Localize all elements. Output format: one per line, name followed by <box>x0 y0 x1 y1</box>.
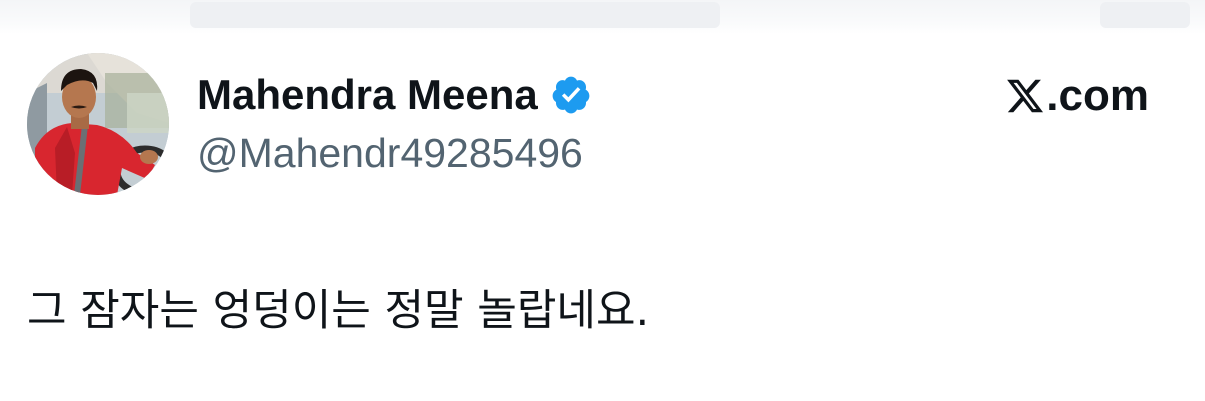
avatar-photo <box>27 53 169 195</box>
x-com-brand: .com <box>1005 70 1149 122</box>
avatar[interactable] <box>27 53 169 195</box>
author-handle[interactable]: @Mahendr49285496 <box>197 130 583 177</box>
author-name-row: Mahendra Meena <box>197 68 592 122</box>
cropped-content-block <box>190 2 720 28</box>
tweet-card: Mahendra Meena @Mahendr49285496 .com 그 잠… <box>0 0 1205 401</box>
author-display-name[interactable]: Mahendra Meena <box>197 71 538 119</box>
cropped-content-block <box>1100 2 1190 28</box>
brand-domain-label: .com <box>1046 71 1149 120</box>
cropped-previous-content <box>0 0 1205 34</box>
x-logo-icon <box>1005 76 1045 116</box>
tweet-text: 그 잠자는 엉덩이는 정말 놀랍네요. <box>27 286 650 336</box>
verified-badge-icon <box>550 74 592 116</box>
